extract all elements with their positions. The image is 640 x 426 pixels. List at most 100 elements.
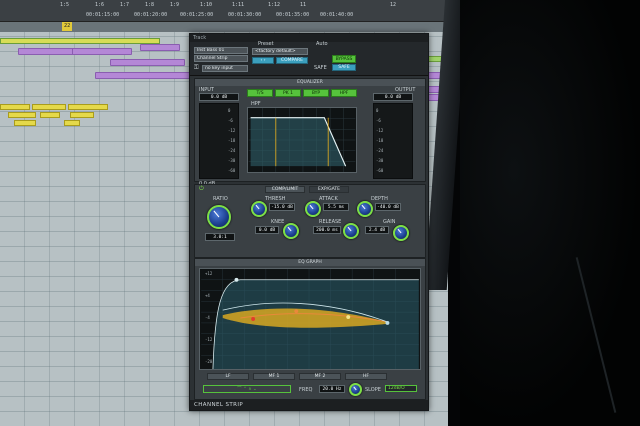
input-gain-value[interactable]: 0.0 dB xyxy=(199,93,239,101)
freq-label: FREQ xyxy=(299,387,313,393)
audio-clip[interactable] xyxy=(0,38,160,44)
eq-curve-graph[interactable] xyxy=(199,268,421,370)
timecode: 00:01:15:00 xyxy=(86,12,120,18)
region-clip[interactable] xyxy=(8,112,36,118)
plugin-name: CHANNEL STRIP xyxy=(194,402,244,408)
tab-comp-limit[interactable]: COMP/LIMIT xyxy=(265,186,305,193)
graph-tick: -20 xyxy=(205,359,213,364)
eq-bypass-button[interactable]: BYP xyxy=(303,89,329,97)
band-lf[interactable]: LF xyxy=(207,373,249,380)
timecode: 00:01:40:00 xyxy=(320,12,354,18)
band-mf1[interactable]: MF 1 xyxy=(253,373,295,380)
bypass-button[interactable]: BYPASS xyxy=(332,55,356,63)
safe-label: SAFE xyxy=(314,65,327,71)
release-value[interactable]: 200.0 ms xyxy=(313,226,341,234)
eq-type-button[interactable]: T/S xyxy=(247,89,273,97)
midi-clip[interactable] xyxy=(95,72,190,79)
meter-tick: -24 xyxy=(228,148,236,153)
eq-graph-header: EQ GRAPH xyxy=(195,259,425,266)
preset-select[interactable]: <factory default> xyxy=(252,48,308,55)
marker[interactable]: 22 xyxy=(62,22,73,31)
timecode: 00:01:35:00 xyxy=(276,12,310,18)
midi-clip[interactable] xyxy=(140,44,180,51)
output-gain-value[interactable]: 0.0 dB xyxy=(373,93,413,101)
timeline-ruler[interactable]: 1:5 1:6 1:7 1:8 1:9 1:10 1:11 1:12 11 12… xyxy=(0,0,448,22)
auto-label: Auto xyxy=(316,41,328,47)
depth-label: DEPTH xyxy=(371,196,388,202)
meter-tick: 0 xyxy=(376,108,379,113)
knee-label: KNEE xyxy=(271,219,285,225)
band-mf2[interactable]: MF 2 xyxy=(299,373,341,380)
window-title-text: Track xyxy=(193,35,207,41)
freq-value[interactable]: 20.0 Hz xyxy=(319,385,345,393)
ratio-knob[interactable] xyxy=(207,205,231,229)
dark-background xyxy=(460,0,640,426)
tab-exp-gate[interactable]: EXP/GATE xyxy=(309,186,349,193)
key-icon: ⚿ xyxy=(194,64,199,71)
thresh-value[interactable]: -15.0 dB xyxy=(269,203,295,211)
channel-select[interactable]: Channel Strip xyxy=(194,55,248,62)
region-clip[interactable] xyxy=(32,104,66,110)
region-clip[interactable] xyxy=(0,104,30,110)
input-meter: 0 -6 -12 -18 -24 -30 -60 xyxy=(199,103,239,179)
ruler-label: 1:7 xyxy=(120,2,130,8)
gain-knob[interactable] xyxy=(393,225,409,241)
gain-label: GAIN xyxy=(383,219,396,225)
compare-button[interactable]: COMPARE xyxy=(276,57,308,64)
dynamics-section: ⏻ COMP/LIMIT EXP/GATE RATIO 3.0:1 THRESH… xyxy=(194,184,426,258)
timecode: 00:01:25:00 xyxy=(180,12,214,18)
band-hf[interactable]: HF xyxy=(345,373,387,380)
meter-tick: -6 xyxy=(228,118,233,123)
slope-select[interactable]: 12dB/O xyxy=(385,385,417,392)
region-clip[interactable] xyxy=(64,120,80,126)
knee-value[interactable]: 0.0 dB xyxy=(255,226,279,234)
track-select[interactable]: Inst Bass 01 xyxy=(194,47,248,54)
ruler-label: 12 xyxy=(390,2,397,8)
attack-value[interactable]: 5.5 ms xyxy=(323,203,349,211)
graph-tick: -4 xyxy=(205,315,210,320)
meter-tick: -30 xyxy=(376,158,384,163)
region-clip[interactable] xyxy=(40,112,60,118)
region-clip[interactable] xyxy=(68,104,108,110)
filter-response-graph[interactable] xyxy=(247,107,357,173)
meter-tick: -60 xyxy=(228,168,236,173)
preset-label: Preset xyxy=(258,41,274,47)
dynamics-power-icon[interactable]: ⏻ xyxy=(199,186,204,192)
region-clip[interactable] xyxy=(70,112,94,118)
attack-knob[interactable] xyxy=(305,201,321,217)
safe-button[interactable]: SAFE xyxy=(332,64,356,71)
gain-value[interactable]: 2.4 dB xyxy=(365,226,389,234)
knee-knob[interactable] xyxy=(283,223,299,239)
channel-strip-plugin-window[interactable]: Track Preset Auto Inst Bass 01 Channel S… xyxy=(189,33,429,411)
graph-tick: +4 xyxy=(205,293,210,298)
meter-tick: -24 xyxy=(376,148,384,153)
midi-clip[interactable] xyxy=(110,59,185,66)
region-clip[interactable] xyxy=(14,120,36,126)
meter-tick: -12 xyxy=(376,128,384,133)
meter-tick: -18 xyxy=(228,138,236,143)
thresh-knob[interactable] xyxy=(251,201,267,217)
plugin-window-title[interactable]: Track xyxy=(190,34,428,42)
graph-tick: -12 xyxy=(205,337,213,342)
eq-graph-section: EQ GRAPH +12 +4 -4 -12 -20 LF MF 1 MF 2 … xyxy=(194,258,426,400)
timecode: 00:01:20:00 xyxy=(134,12,168,18)
midi-clip[interactable] xyxy=(72,48,132,55)
eq-section-header: EQUALIZER xyxy=(195,79,425,86)
depth-knob[interactable] xyxy=(357,201,373,217)
ratio-value[interactable]: 3.0:1 xyxy=(205,233,235,241)
ruler-label: 1:11 xyxy=(232,2,245,8)
freq-knob[interactable] xyxy=(349,383,362,396)
meter-tick: -30 xyxy=(228,158,236,163)
timecode: 00:01:30:00 xyxy=(228,12,262,18)
depth-value[interactable]: -40.0 dB xyxy=(375,203,401,211)
filter-shape-buttons[interactable]: ⌒ ⌃ ∧ ⌄ xyxy=(203,385,291,393)
attack-label: ATTACK xyxy=(319,196,338,202)
plugin-footer: CHANNEL STRIP xyxy=(190,400,428,410)
eq-hpf-button[interactable]: HPF xyxy=(331,89,357,97)
ruler-label: 1:12 xyxy=(268,2,281,8)
meter-tick: 0 xyxy=(228,108,231,113)
preset-prev-button[interactable]: ‹ › xyxy=(252,57,274,64)
release-knob[interactable] xyxy=(343,223,359,239)
eq-band-button[interactable]: PK 1 xyxy=(275,89,301,97)
sidechain-key-select[interactable]: no key input xyxy=(202,65,248,72)
